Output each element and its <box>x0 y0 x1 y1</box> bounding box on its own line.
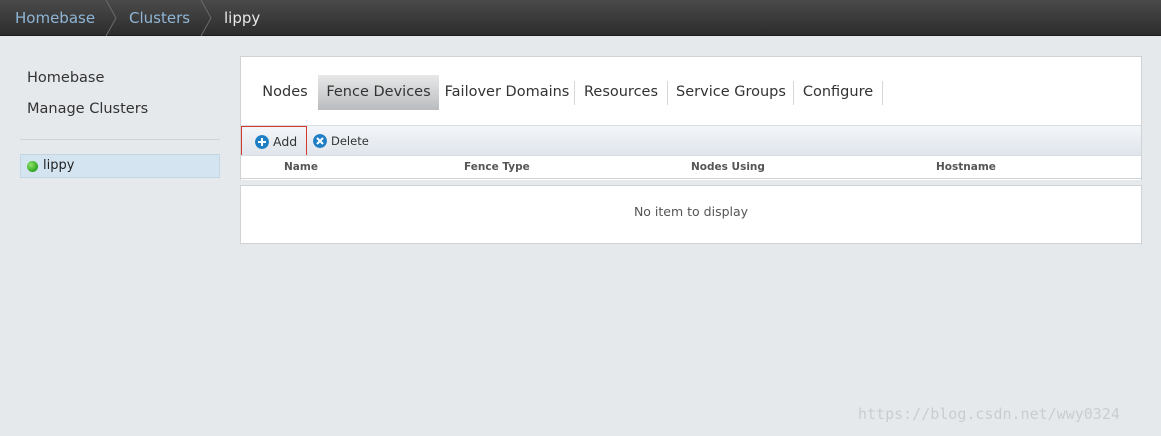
chevron-right-icon <box>200 0 212 36</box>
empty-message: No item to display <box>633 204 749 219</box>
toolbar: Add Delete <box>241 125 1141 156</box>
nav-link-homebase[interactable]: Homebase <box>27 70 104 86</box>
cluster-item-lippy[interactable]: lippy <box>20 154 220 178</box>
delete-button-label: Delete <box>331 134 369 148</box>
nav-link-manage-clusters[interactable]: Manage Clusters <box>27 101 148 117</box>
breadcrumb: Homebase Clusters lippy <box>0 0 1161 36</box>
add-button-label: Add <box>273 134 298 149</box>
tab-divider <box>793 81 794 105</box>
table-header: Name Fence Type Nodes Using Hostname <box>241 155 1141 179</box>
tab-service-groups[interactable]: Service Groups <box>670 75 792 110</box>
watermark: https://blog.csdn.net/wwy0324 <box>858 405 1120 423</box>
tab-resources[interactable]: Resources <box>577 75 665 110</box>
tab-failover-domains[interactable]: Failover Domains <box>442 75 572 110</box>
main-panel: Nodes Fence Devices Failover Domains Res… <box>240 56 1142 244</box>
breadcrumb-homebase[interactable]: Homebase <box>15 0 95 36</box>
status-online-icon <box>27 161 38 172</box>
plus-circle-icon <box>255 135 269 149</box>
breadcrumb-current: lippy <box>224 9 261 27</box>
nav-divider <box>20 139 220 140</box>
table-body: No item to display <box>240 185 1142 244</box>
tab-nodes[interactable]: Nodes <box>255 75 315 110</box>
chevron-right-icon <box>105 0 117 36</box>
add-button[interactable]: Add <box>241 126 307 156</box>
x-circle-icon <box>313 134 327 148</box>
column-header-hostname[interactable]: Hostname <box>936 161 996 173</box>
tab-fence-devices[interactable]: Fence Devices <box>318 75 439 110</box>
tab-divider <box>574 81 575 105</box>
tab-configure[interactable]: Configure <box>796 75 880 110</box>
breadcrumb-clusters[interactable]: Clusters <box>129 0 190 36</box>
tab-divider <box>667 81 668 105</box>
column-header-name[interactable]: Name <box>284 161 318 173</box>
cluster-label: lippy <box>43 158 75 173</box>
column-header-fence-type[interactable]: Fence Type <box>464 161 530 173</box>
delete-button[interactable]: Delete <box>309 126 375 156</box>
tab-divider <box>882 81 883 105</box>
column-header-nodes-using[interactable]: Nodes Using <box>691 161 765 173</box>
